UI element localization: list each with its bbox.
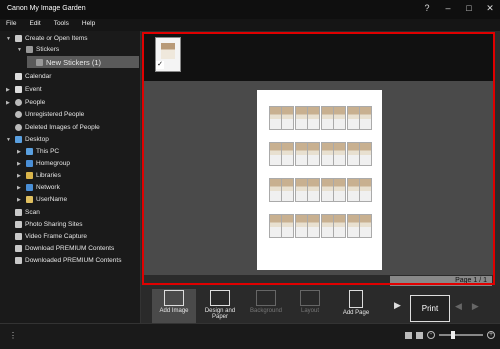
title-bar: Canon My Image Garden ? – □ ✕	[0, 0, 500, 19]
minimize-icon[interactable]: –	[442, 3, 454, 14]
sidebar-item-event[interactable]: ▶ Event	[6, 84, 42, 95]
layout-button[interactable]: Layout	[288, 289, 332, 325]
zoom-in-icon[interactable]: +	[487, 331, 495, 339]
background-button[interactable]: Background	[244, 289, 288, 325]
scan-icon	[15, 209, 22, 216]
sidebar-item-scan[interactable]: Scan	[6, 207, 40, 218]
stickers-icon	[26, 46, 33, 53]
sidebar-item-new-stickers[interactable]: New Stickers (1)	[27, 56, 139, 68]
deleted-person-icon	[15, 124, 22, 131]
menu-bar: File Edit Tools Help	[0, 19, 500, 31]
calendar-icon	[15, 73, 22, 80]
sidebar-item-this-pc[interactable]: ▶ This PC	[17, 146, 59, 157]
download-icon	[15, 245, 22, 252]
sidebar-item-calendar[interactable]: Calendar	[6, 71, 51, 82]
homegroup-icon	[26, 160, 33, 167]
sidebar-item-photo-sharing-sites[interactable]: Photo Sharing Sites	[6, 219, 82, 230]
sidebar-item-unregistered-people[interactable]: Unregistered People	[6, 109, 84, 120]
window-title: Canon My Image Garden	[7, 5, 86, 12]
add-page-button[interactable]: Add Page	[334, 289, 378, 325]
add-page-icon	[349, 290, 363, 308]
expand-arrow-icon[interactable]: ▶	[17, 173, 23, 179]
menu-tools[interactable]: Tools	[48, 19, 76, 31]
sidebar-item-people[interactable]: ▶ People	[6, 97, 45, 108]
add-image-button[interactable]: Add Image	[152, 289, 196, 325]
sidebar-item-download-premium-contents[interactable]: Download PREMIUM Contents	[6, 243, 114, 254]
expand-arrow-icon[interactable]: ▶	[17, 161, 23, 167]
expand-arrow-icon[interactable]: ▶	[17, 185, 23, 191]
sidebar-item-stickers[interactable]: ▼ Stickers	[17, 44, 59, 55]
libraries-icon	[26, 172, 33, 179]
user-folder-icon	[26, 196, 33, 203]
layout-icon	[300, 290, 320, 306]
network-icon	[26, 184, 33, 191]
zoom-slider-knob[interactable]	[451, 331, 455, 339]
computer-icon	[26, 148, 33, 155]
expand-arrow-icon[interactable]: ▼	[17, 47, 23, 53]
sidebar-item-desktop[interactable]: ▼ Desktop	[6, 134, 49, 145]
photo-sharing-icon	[15, 221, 22, 228]
next-page-icon[interactable]: ▶	[472, 301, 479, 312]
sidebar-item-username[interactable]: ▶ UserName	[17, 194, 67, 205]
folder-icon	[15, 35, 22, 42]
background-icon	[256, 290, 276, 306]
sidebar-item-homegroup[interactable]: ▶ Homegroup	[17, 158, 70, 169]
video-capture-icon	[15, 233, 22, 240]
unregistered-person-icon	[15, 111, 22, 118]
expand-arrow-icon[interactable]: ▶	[17, 197, 23, 203]
page-nav: ◀ ▶	[455, 301, 479, 312]
event-icon	[15, 86, 22, 93]
zoom-controls: - +	[405, 331, 495, 339]
sidebar-toggle-icon[interactable]: ⋮	[9, 331, 17, 340]
window-controls: ? – □ ✕	[421, 3, 496, 14]
people-icon	[15, 99, 22, 106]
close-icon[interactable]: ✕	[484, 3, 496, 14]
print-button[interactable]: Print	[410, 295, 450, 322]
help-icon[interactable]: ?	[421, 3, 433, 14]
menu-help[interactable]: Help	[76, 19, 102, 31]
sidebar-item-network[interactable]: ▶ Network	[17, 182, 60, 193]
sidebar-item-video-frame-capture[interactable]: Video Frame Capture	[6, 231, 87, 242]
previous-page-icon[interactable]: ◀	[455, 301, 462, 312]
menu-edit[interactable]: Edit	[23, 19, 47, 31]
view-mode-icon[interactable]	[405, 331, 412, 339]
sidebar-item-downloaded-premium-contents[interactable]: Downloaded PREMIUM Contents	[6, 255, 121, 266]
add-image-icon	[164, 290, 184, 306]
zoom-out-icon[interactable]: -	[427, 331, 435, 339]
sticker-item-icon	[36, 58, 43, 66]
fit-page-icon[interactable]	[416, 331, 423, 339]
zoom-slider[interactable]	[439, 331, 483, 339]
expand-arrow-icon[interactable]: ▼	[6, 137, 12, 143]
expand-arrow-icon[interactable]: ▼	[6, 36, 12, 42]
desktop-icon	[15, 136, 22, 143]
expand-arrow-icon[interactable]: ▶	[6, 87, 12, 93]
sidebar-item-create-or-open-items[interactable]: ▼ Create or Open Items	[6, 33, 88, 44]
toolbar-next-arrow-icon[interactable]: ▶	[394, 300, 401, 311]
expand-arrow-icon[interactable]: ▶	[6, 100, 12, 106]
design-icon	[210, 290, 230, 306]
menu-file[interactable]: File	[0, 19, 23, 31]
expand-arrow-icon[interactable]: ▶	[17, 149, 23, 155]
sidebar-item-libraries[interactable]: ▶ Libraries	[17, 170, 61, 181]
downloaded-icon	[15, 257, 22, 264]
design-and-paper-button[interactable]: Design and Paper	[198, 289, 242, 325]
maximize-icon[interactable]: □	[463, 3, 475, 14]
sidebar-item-deleted-images-of-people[interactable]: Deleted Images of People	[6, 122, 100, 133]
highlight-frame	[142, 32, 495, 285]
